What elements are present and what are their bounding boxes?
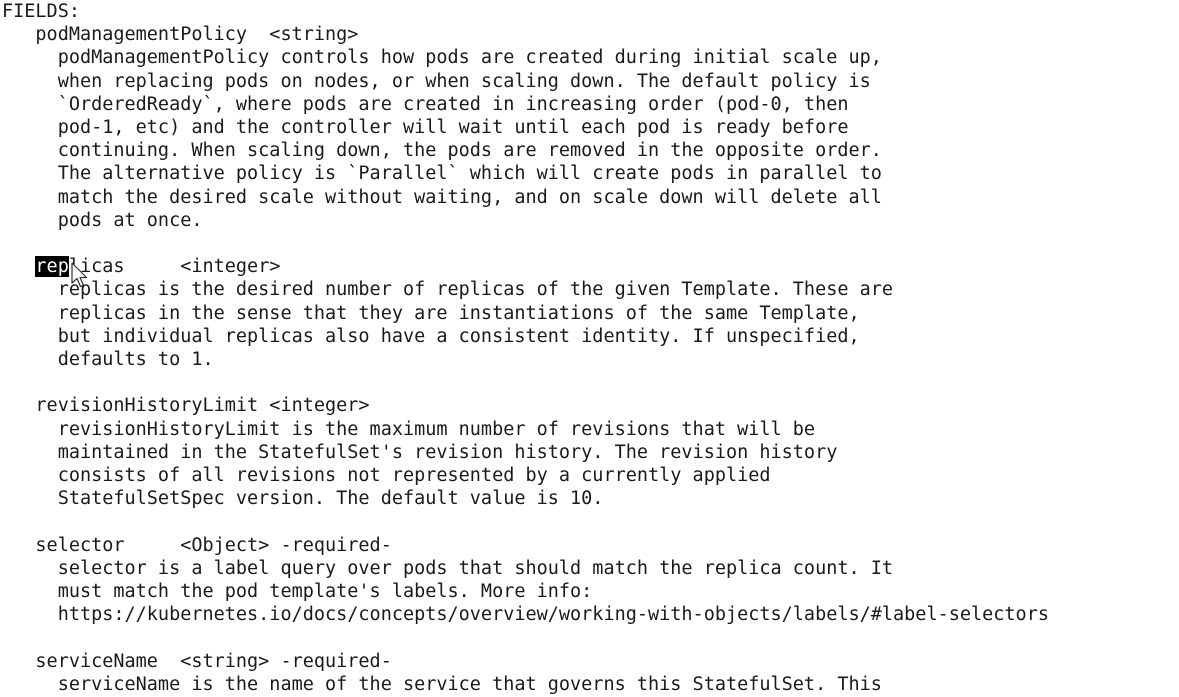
field-header-serviceName: serviceName <string> -required- bbox=[2, 650, 392, 672]
terminal-line: replicas is the desired number of replic… bbox=[2, 279, 894, 301]
terminal-line: StatefulSetSpec version. The default val… bbox=[2, 488, 604, 510]
terminal-line: serviceName is the name of the service t… bbox=[2, 673, 882, 695]
terminal-line: `OrderedReady`, where pods are created i… bbox=[2, 93, 849, 115]
field-header-revisionHistoryLimit: revisionHistoryLimit <integer> bbox=[2, 395, 370, 417]
terminal-line: pod-1, etc) and the controller will wait… bbox=[2, 117, 849, 138]
field-header-replicas: replicas <integer> bbox=[2, 255, 280, 278]
terminal-line: consists of all revisions not represente… bbox=[2, 465, 771, 486]
field-header-podManagementPolicy: podManagementPolicy <string> bbox=[2, 24, 359, 46]
terminal-line: selector is a label query over pods that… bbox=[2, 557, 894, 579]
terminal-line: replicas in the sense that they are inst… bbox=[2, 302, 860, 324]
terminal-line: must match the pod template's labels. Mo… bbox=[2, 581, 593, 602]
terminal-line: when replacing pods on nodes, or when sc… bbox=[2, 70, 871, 92]
terminal-line: FIELDS: bbox=[2, 1, 80, 22]
field-header-selector: selector <Object> -required- bbox=[2, 534, 392, 556]
text-selection[interactable]: rep bbox=[35, 256, 69, 278]
terminal-line: match the desired scale without waiting,… bbox=[2, 186, 882, 208]
mouse-pointer-icon bbox=[71, 262, 88, 288]
terminal-line: pods at once. bbox=[2, 209, 203, 231]
terminal-line: maintained in the StatefulSet's revision… bbox=[2, 441, 838, 463]
terminal-line: continuing. When scaling down, the pods … bbox=[2, 140, 882, 162]
terminal-line: defaults to 1. bbox=[2, 349, 214, 370]
terminal-line: revisionHistoryLimit is the maximum numb… bbox=[2, 418, 816, 440]
terminal-output[interactable]: FIELDS: podManagementPolicy <string> pod… bbox=[0, 0, 1179, 697]
terminal-line: The alternative policy is `Parallel` whi… bbox=[2, 163, 882, 185]
terminal-line: podManagementPolicy controls how pods ar… bbox=[2, 47, 882, 69]
terminal-line: but individual replicas also have a cons… bbox=[2, 325, 860, 347]
field-header-replicas-rest: licas <integer> bbox=[68, 256, 281, 278]
docs-url[interactable]: https://kubernetes.io/docs/concepts/over… bbox=[2, 603, 1049, 626]
